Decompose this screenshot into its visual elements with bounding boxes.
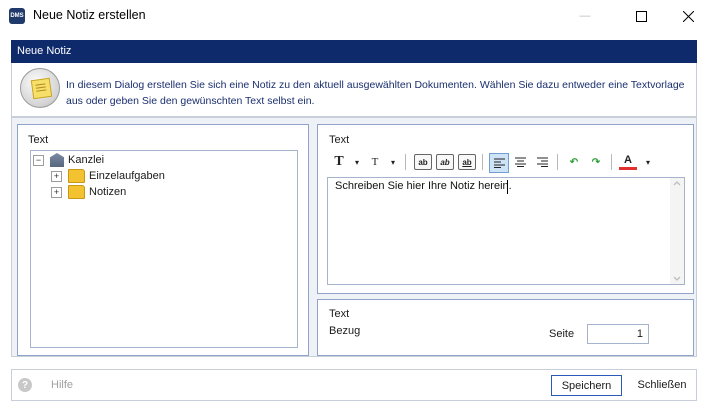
align-right-icon	[536, 157, 548, 167]
toolbar-separator	[405, 154, 406, 170]
close-icon	[682, 10, 694, 22]
note-icon	[20, 68, 60, 108]
template-panel-title: Text	[28, 134, 49, 146]
toolbar-separator	[611, 154, 612, 170]
help-icon[interactable]: ?	[18, 378, 32, 392]
font-size-button[interactable]: T	[366, 153, 384, 171]
undo-button[interactable]: ↶	[565, 153, 583, 171]
bezug-label: Bezug	[329, 325, 361, 337]
collapse-icon[interactable]: −	[33, 154, 44, 166]
tree-node-notizen[interactable]: + Notizen	[51, 185, 126, 199]
maximize-button[interactable]	[618, 0, 664, 32]
folder-icon	[68, 169, 85, 183]
redo-button[interactable]: ↷	[587, 153, 605, 171]
align-center-icon	[514, 157, 526, 167]
align-center-button[interactable]	[511, 153, 529, 171]
color-dropdown-icon[interactable]: ▾	[639, 153, 657, 171]
note-editor[interactable]	[327, 177, 685, 285]
template-tree[interactable]: − Kanzlei + Einzelaufgaben + Notizen	[30, 150, 298, 348]
italic-button[interactable]: ab	[436, 154, 454, 170]
editor-panel-title: Text	[329, 134, 350, 146]
bold-button[interactable]: ab	[414, 154, 432, 170]
toolbar-separator	[557, 154, 558, 170]
font-dropdown-icon[interactable]: ▾	[348, 153, 366, 171]
expand-icon[interactable]: +	[51, 170, 62, 182]
app-icon: DMS	[9, 8, 25, 24]
close-button[interactable]	[665, 0, 711, 32]
align-left-button[interactable]	[489, 153, 509, 173]
window-title: Neue Notiz erstellen	[33, 8, 146, 22]
text-caret	[507, 180, 508, 194]
save-button[interactable]: Speichern	[551, 375, 622, 396]
align-right-button[interactable]	[533, 153, 551, 171]
text-color-button[interactable]: A	[619, 153, 637, 170]
seite-label: Seite	[549, 328, 575, 340]
size-dropdown-icon[interactable]: ▾	[384, 153, 402, 171]
underline-button[interactable]: ab	[458, 154, 476, 170]
seite-input[interactable]: 1	[587, 324, 649, 344]
align-left-icon	[493, 158, 505, 168]
close-dialog-button[interactable]: Schließen	[632, 375, 692, 396]
tree-node-label: Notizen	[89, 186, 127, 198]
building-icon	[50, 153, 64, 167]
scroll-arrows-icon	[673, 181, 681, 281]
tree-node-label: Einzelaufgaben	[89, 170, 165, 182]
toolbar-separator	[482, 154, 483, 170]
font-button[interactable]: T	[330, 153, 348, 171]
folder-icon	[68, 185, 85, 199]
tree-node-einzelaufgaben[interactable]: + Einzelaufgaben	[51, 169, 165, 183]
editor-scrollbar[interactable]	[670, 178, 684, 284]
tree-node-kanzlei[interactable]: − Kanzlei	[33, 153, 104, 167]
note-editor-text[interactable]: Schreiben Sie hier Ihre Notiz herein.	[335, 180, 512, 192]
format-toolbar: T ▾ T ▾ ab ab ab ↶ ↷ A ▾	[329, 151, 659, 173]
tree-node-label: Kanzlei	[68, 154, 105, 166]
info-text: In diesem Dialog erstellen Sie sich eine…	[66, 79, 685, 107]
expand-icon[interactable]: +	[51, 186, 62, 198]
maximize-icon	[635, 10, 647, 22]
help-link[interactable]: Hilfe	[51, 379, 73, 391]
dialog-banner: Neue Notiz	[11, 40, 697, 63]
details-panel-title: Text	[329, 308, 350, 320]
minimize-button[interactable]: —	[565, 0, 605, 32]
